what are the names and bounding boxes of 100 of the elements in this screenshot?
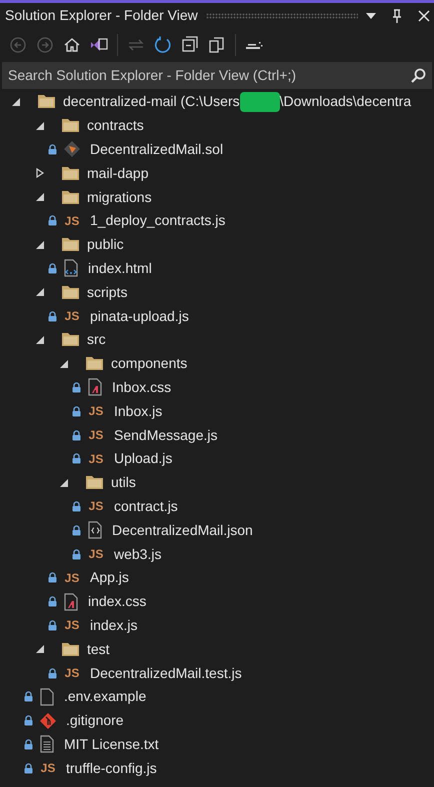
lock-icon [72, 430, 81, 441]
lock-icon [72, 548, 81, 560]
git-icon [39, 712, 57, 730]
javascript-icon: JS [87, 500, 105, 512]
file-name: 1_deploy_contracts.js [90, 211, 226, 230]
file-row[interactable]: JS pinata-upload.js [0, 304, 434, 328]
folder-row[interactable]: utils [0, 470, 434, 495]
file-row[interactable]: JS web3.js [0, 542, 434, 566]
folder-row[interactable]: mail-dapp [0, 161, 434, 186]
file-row[interactable]: index.css [0, 590, 434, 614]
file-name: DecentralizedMail.test.js [90, 664, 242, 683]
file-row[interactable]: .env.example [0, 684, 434, 709]
file-name: .env.example [64, 687, 146, 706]
file-icon [39, 688, 55, 706]
file-row[interactable]: JS 1_deploy_contracts.js [0, 208, 434, 233]
file-name: App.js [90, 568, 129, 588]
expanded-arrow-icon[interactable] [36, 644, 45, 654]
lock-icon [48, 262, 57, 274]
lock-icon [48, 572, 57, 584]
file-row[interactable]: JS SendMessage.js [0, 423, 434, 447]
file-row[interactable]: JS truffle-config.js [0, 756, 434, 780]
folder-icon [61, 166, 80, 181]
expanded-arrow-icon[interactable] [36, 240, 45, 250]
folder-icon [37, 94, 56, 110]
javascript-icon: JS [63, 214, 81, 227]
file-name: index.html [88, 258, 152, 278]
close-icon[interactable] [418, 10, 430, 22]
file-name: DecentralizedMail.sol [90, 140, 224, 159]
javascript-icon: JS [63, 619, 81, 632]
lock-icon [72, 500, 81, 512]
expanded-arrow-icon[interactable] [36, 192, 45, 202]
lock-icon [48, 215, 57, 226]
file-name: web3.js [114, 544, 162, 564]
folder-name: migrations [87, 188, 152, 207]
lock-icon [24, 691, 33, 702]
file-row[interactable]: JS index.js [0, 614, 434, 638]
folder-row[interactable]: scripts [0, 280, 434, 304]
file-name: SendMessage.js [114, 426, 218, 445]
folder-row[interactable]: contracts [0, 114, 434, 138]
collapsed-arrow-icon[interactable] [36, 168, 45, 178]
file-row[interactable]: JS contract.js [0, 494, 434, 518]
folder-icon [61, 642, 80, 657]
folder-row[interactable]: public [0, 232, 434, 257]
folder-name: test [87, 640, 110, 659]
expanded-arrow-icon[interactable] [60, 478, 69, 488]
file-name: index.js [90, 616, 138, 635]
folder-row[interactable]: src [0, 328, 434, 352]
solidity-file-icon [63, 140, 81, 158]
file-row[interactable]: DecentralizedMail.sol [0, 138, 434, 162]
folder-row[interactable]: migrations [0, 185, 434, 209]
javascript-icon: JS [63, 572, 81, 584]
file-row[interactable]: JS DecentralizedMail.test.js [0, 661, 434, 685]
file-row[interactable]: JS App.js [0, 566, 434, 590]
javascript-icon: JS [87, 405, 105, 418]
file-row[interactable]: .gitignore [0, 708, 434, 733]
lock-icon [48, 596, 57, 608]
expanded-arrow-icon[interactable] [36, 334, 45, 345]
folder-icon [61, 284, 80, 300]
file-row[interactable]: index.html [0, 256, 434, 280]
search-icon[interactable] [410, 68, 426, 84]
css-file-icon [87, 378, 103, 396]
file-name: DecentralizedMail.json [112, 520, 253, 540]
expanded-arrow-icon[interactable] [36, 287, 45, 298]
dropdown-icon[interactable] [366, 12, 376, 18]
folder-icon [61, 118, 80, 134]
lock-icon [24, 762, 33, 774]
folder-name: scripts [87, 282, 128, 302]
lock-icon [72, 382, 81, 393]
search-input[interactable]: Search Solution Explorer - Folder View (Ctrl+;) [8, 65, 410, 86]
javascript-icon: JS [87, 548, 105, 560]
javascript-icon: JS [63, 310, 81, 322]
expanded-arrow-icon[interactable] [60, 358, 69, 369]
css-file-icon [63, 592, 79, 611]
file-row[interactable]: DecentralizedMail.json [0, 518, 434, 542]
folder-name: decentralized-mail (C:\Users [63, 92, 240, 112]
folder-icon [61, 332, 80, 348]
folder-row[interactable]: components [0, 352, 434, 376]
text-file-icon [39, 735, 55, 754]
file-name: truffle-config.js [66, 758, 157, 778]
lock-icon [72, 406, 81, 417]
panel-title: Solution Explorer - Folder View [5, 6, 198, 25]
pin-icon[interactable] [392, 8, 402, 22]
lock-icon [48, 620, 57, 631]
file-name: Inbox.css [112, 378, 172, 397]
expanded-arrow-icon[interactable] [12, 96, 21, 107]
javascript-icon: JS [63, 667, 81, 680]
javascript-icon: JS [87, 452, 105, 465]
lock-icon [72, 453, 81, 464]
expanded-arrow-icon[interactable] [36, 120, 45, 131]
javascript-icon: JS [87, 429, 105, 442]
file-row[interactable]: JS Upload.js [0, 446, 434, 471]
file-row[interactable]: MIT License.txt [0, 732, 434, 756]
folder-name: public [87, 235, 124, 254]
file-row[interactable]: Inbox.css [0, 376, 434, 400]
folder-row[interactable]: test [0, 637, 434, 662]
json-file-icon [87, 521, 103, 540]
folder-name: src [87, 330, 106, 350]
search-field[interactable]: Search Solution Explorer - Folder View (Ctrl+;) [2, 62, 432, 89]
folder-icon [61, 190, 80, 205]
file-row[interactable]: JS Inbox.js [0, 399, 434, 424]
